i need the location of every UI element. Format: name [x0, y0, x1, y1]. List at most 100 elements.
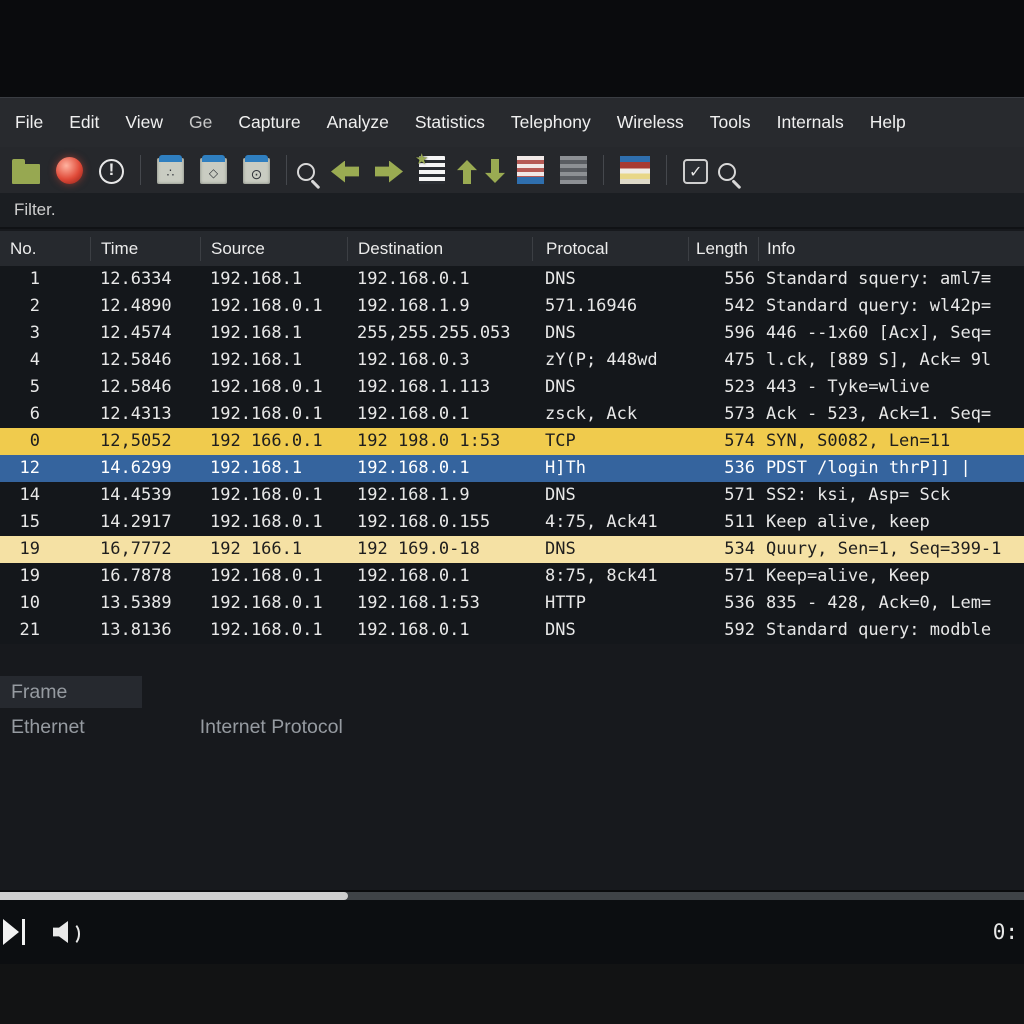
- menu-item-capture[interactable]: Capture: [225, 98, 313, 147]
- colorize-list-icon[interactable]: [517, 156, 544, 184]
- table-row[interactable]: 5 12.5846 192.168.0.1 192.168.1.113 DNS …: [0, 374, 1024, 401]
- cell-no: 14: [0, 482, 90, 509]
- menu-item-telephony[interactable]: Telephony: [498, 98, 604, 147]
- cell-source: 192 166.0.1: [200, 428, 347, 455]
- table-row[interactable]: 21 13.8136 192.168.0.1 192.168.0.1 DNS 5…: [0, 617, 1024, 644]
- cell-protocol: DNS: [532, 536, 688, 563]
- cell-time: 12.4890: [90, 293, 200, 320]
- detail-item-internet-protocol[interactable]: Internet Protocol: [200, 711, 343, 743]
- column-header-protocal[interactable]: Protocal: [532, 237, 688, 261]
- cell-time: 12,5052: [90, 428, 200, 455]
- cell-protocol: 4:75, Ack41: [532, 509, 688, 536]
- cell-source: 192.168.0.1: [200, 590, 347, 617]
- menu-item-tools[interactable]: Tools: [697, 98, 764, 147]
- interface-list-icon[interactable]: [157, 158, 184, 184]
- filter-input[interactable]: [56, 193, 1024, 227]
- menu-item-ge[interactable]: Ge: [176, 98, 225, 147]
- table-row[interactable]: 12 14.6299 192.168.1 192.168.0.1 H]Th 53…: [0, 455, 1024, 482]
- cell-source: 192.168.0.1: [200, 374, 347, 401]
- cell-destination: 192.168.0.155: [347, 509, 532, 536]
- table-row[interactable]: 6 12.4313 192.168.0.1 192.168.0.1 zsck, …: [0, 401, 1024, 428]
- cell-source: 192.168.1: [200, 266, 347, 293]
- cell-time: 12.5846: [90, 347, 200, 374]
- video-progress-bar[interactable]: [0, 892, 1024, 900]
- cell-protocol: HTTP: [532, 590, 688, 617]
- cell-no: 0: [0, 428, 90, 455]
- column-header-length[interactable]: Length: [688, 237, 758, 261]
- gray-list-icon[interactable]: [560, 156, 587, 184]
- cell-time: 12.4574: [90, 320, 200, 347]
- column-header-info[interactable]: Info: [758, 237, 1024, 261]
- menu-item-help[interactable]: Help: [857, 98, 919, 147]
- menu-item-wireless[interactable]: Wireless: [604, 98, 697, 147]
- toolbar-separator: [140, 155, 141, 185]
- cell-no: 5: [0, 374, 90, 401]
- main-toolbar: [0, 147, 1024, 193]
- alert-circle-icon[interactable]: [99, 159, 124, 184]
- table-row[interactable]: 3 12.4574 192.168.1 255,255.255.053 DNS …: [0, 320, 1024, 347]
- volume-icon[interactable]: [53, 919, 77, 945]
- cell-info: Ack - 523, Ack=1. Seq=: [758, 401, 1024, 428]
- cell-protocol: zY(P; 448wd: [532, 347, 688, 374]
- table-row[interactable]: 4 12.5846 192.168.1 192.168.0.3 zY(P; 44…: [0, 347, 1024, 374]
- forward-arrow-icon[interactable]: [375, 161, 403, 183]
- record-icon[interactable]: [56, 157, 83, 184]
- cell-no: 4: [0, 347, 90, 374]
- cell-length: 596: [688, 320, 758, 347]
- cell-destination: 192.168.0.1: [347, 617, 532, 644]
- menu-item-file[interactable]: File: [2, 98, 56, 147]
- checkbox-icon[interactable]: [683, 159, 708, 184]
- table-row[interactable]: 19 16.7878 192.168.0.1 192.168.0.1 8:75,…: [0, 563, 1024, 590]
- table-row[interactable]: 15 14.2917 192.168.0.1 192.168.0.155 4:7…: [0, 509, 1024, 536]
- cell-protocol: TCP: [532, 428, 688, 455]
- menu-item-edit[interactable]: Edit: [56, 98, 112, 147]
- cell-length: 475: [688, 347, 758, 374]
- goto-packet-icon[interactable]: [419, 156, 445, 184]
- column-header-no[interactable]: No.: [0, 237, 90, 261]
- menu-item-view[interactable]: View: [112, 98, 176, 147]
- video-time-label: 0:: [993, 920, 1018, 944]
- detail-item-frame[interactable]: Frame: [0, 676, 142, 708]
- coloring-rules-icon[interactable]: [620, 156, 650, 184]
- table-row[interactable]: 1 12.6334 192.168.1 192.168.0.1 DNS 556 …: [0, 266, 1024, 293]
- cell-destination: 192.168.0.1: [347, 401, 532, 428]
- interface-settings-icon[interactable]: [243, 158, 270, 184]
- cell-time: 14.2917: [90, 509, 200, 536]
- cell-destination: 192 198.0 1:53: [347, 428, 532, 455]
- cell-protocol: DNS: [532, 320, 688, 347]
- column-header-time[interactable]: Time: [90, 237, 200, 261]
- table-row[interactable]: 2 12.4890 192.168.0.1 192.168.1.9 571.16…: [0, 293, 1024, 320]
- table-row[interactable]: 14 14.4539 192.168.0.1 192.168.1.9 DNS 5…: [0, 482, 1024, 509]
- back-arrow-icon[interactable]: [331, 161, 359, 183]
- table-row[interactable]: 10 13.5389 192.168.0.1 192.168.1:53 HTTP…: [0, 590, 1024, 617]
- cell-time: 16,7772: [90, 536, 200, 563]
- interface-options-icon[interactable]: [200, 158, 227, 184]
- cell-source: 192.168.1: [200, 320, 347, 347]
- cell-source: 192.168.0.1: [200, 482, 347, 509]
- cell-length: 556: [688, 266, 758, 293]
- folder-open-icon[interactable]: [12, 164, 40, 184]
- cell-source: 192 166.1: [200, 536, 347, 563]
- column-header-source[interactable]: Source: [200, 237, 347, 261]
- column-header-destination[interactable]: Destination: [347, 237, 532, 261]
- cell-destination: 192.168.1:53: [347, 590, 532, 617]
- cell-protocol: zsck, Ack: [532, 401, 688, 428]
- cell-protocol: 8:75, 8ck41: [532, 563, 688, 590]
- cell-destination: 192.168.0.1: [347, 563, 532, 590]
- play-next-icon[interactable]: [3, 919, 25, 945]
- cell-length: 542: [688, 293, 758, 320]
- find-icon[interactable]: [297, 163, 315, 181]
- letterbox-bottom: [0, 964, 1024, 1024]
- cell-info: Quury, Sen=1, Seq=399-1: [758, 536, 1024, 563]
- zoom-icon[interactable]: [718, 163, 736, 181]
- table-row[interactable]: 0 12,5052 192 166.0.1 192 198.0 1:53 TCP…: [0, 428, 1024, 455]
- detail-item-ethernet[interactable]: Ethernet: [11, 711, 85, 743]
- cell-source: 192.168.0.1: [200, 401, 347, 428]
- menu-item-analyze[interactable]: Analyze: [314, 98, 402, 147]
- table-row[interactable]: 19 16,7772 192 166.1 192 169.0-18 DNS 53…: [0, 536, 1024, 563]
- cell-time: 16.7878: [90, 563, 200, 590]
- up-arrow-icon[interactable]: [457, 160, 477, 184]
- menu-item-statistics[interactable]: Statistics: [402, 98, 498, 147]
- menu-item-internals[interactable]: Internals: [764, 98, 857, 147]
- down-arrow-icon[interactable]: [485, 159, 505, 183]
